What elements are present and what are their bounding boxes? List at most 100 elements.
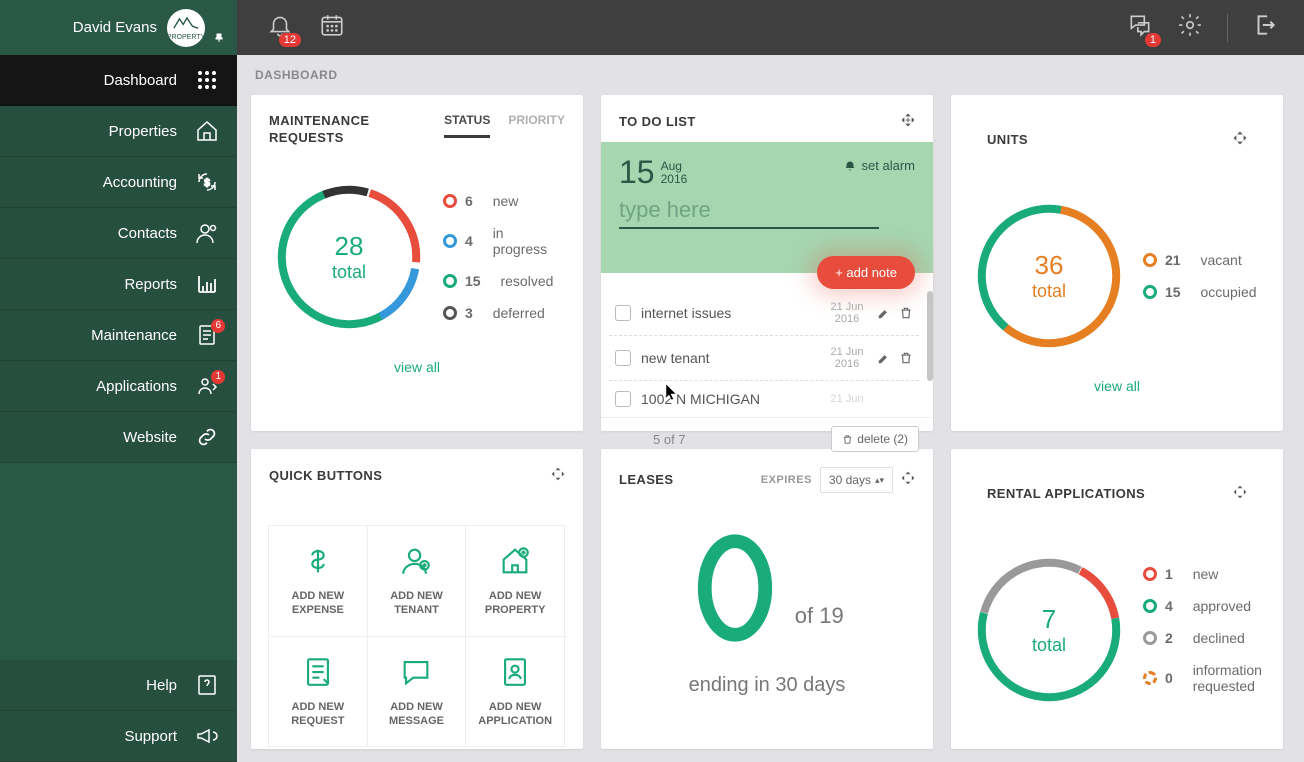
nav-label: Support <box>124 728 177 745</box>
set-alarm-button[interactable]: set alarm <box>844 158 915 173</box>
move-icon[interactable] <box>1233 131 1247 150</box>
todo-item: internet issues 21 Jun2016 <box>609 291 919 336</box>
qb-add-application[interactable]: ADD NEWAPPLICATION <box>465 636 565 748</box>
trash-icon[interactable] <box>899 351 913 365</box>
nav-reports[interactable]: Reports <box>0 259 237 310</box>
maintenance-card: MAINTENANCE REQUESTS STATUS PRIORITY 28 <box>251 95 583 431</box>
svg-text:$: $ <box>204 178 210 189</box>
trash-icon[interactable] <box>899 306 913 320</box>
maintenance-total-label: total <box>332 262 366 283</box>
leases-zero <box>690 533 780 643</box>
tab-priority[interactable]: PRIORITY <box>508 113 565 138</box>
topbar-left-icons: 12 <box>237 12 345 43</box>
leases-of: of 19 <box>795 603 844 628</box>
maintenance-total: 28 <box>335 231 364 262</box>
nav-support[interactable]: Support <box>0 711 237 762</box>
edit-icon[interactable] <box>877 306 891 320</box>
clipboard-icon: 6 <box>195 323 219 347</box>
maintenance-legend: 6 new 4 in progress 15 resolved 3 deferr… <box>443 193 553 321</box>
expires-label: EXPIRES <box>761 474 812 486</box>
tab-status[interactable]: STATUS <box>444 113 490 138</box>
nav-label: Maintenance <box>91 327 177 344</box>
move-icon[interactable] <box>551 467 565 486</box>
topbar-right-icons: 1 <box>1127 12 1304 43</box>
nav-dashboard[interactable]: Dashboard <box>0 55 237 106</box>
units-card: UNITS 36 total 21 vacant 15 occupied <box>951 95 1283 431</box>
todo-counter: 5 of 7 <box>653 432 686 447</box>
qb-add-message[interactable]: ADD NEWMESSAGE <box>367 636 467 748</box>
nav-label: Properties <box>109 123 177 140</box>
maintenance-title: MAINTENANCE REQUESTS <box>269 113 389 147</box>
quick-buttons-card: QUICK BUTTONS ADD NEWEXPENSE ADD NEWTENA… <box>251 449 583 749</box>
rental-legend: 1 new 4 approved 2 declined 0 informatio… <box>1143 566 1265 694</box>
person-icon <box>195 221 219 245</box>
qb-add-expense[interactable]: ADD NEWEXPENSE <box>268 525 368 637</box>
logo[interactable]: PROPERTY <box>167 9 205 47</box>
notification-icon[interactable]: 12 <box>267 12 293 43</box>
link-icon <box>195 425 219 449</box>
maintenance-view-all[interactable]: view all <box>394 359 440 375</box>
calendar-icon[interactable] <box>319 12 345 43</box>
move-icon[interactable] <box>1233 485 1247 504</box>
checkbox[interactable] <box>615 305 631 321</box>
note-input[interactable] <box>619 193 879 229</box>
edit-icon[interactable] <box>877 351 891 365</box>
nav-label: Website <box>123 429 177 446</box>
nav-applications[interactable]: Applications 1 <box>0 361 237 412</box>
settings-icon[interactable] <box>1177 12 1203 43</box>
leases-card: LEASES EXPIRES 30 days▴▾ of 19 ending in… <box>601 449 933 749</box>
rental-card: RENTAL APPLICATIONS 7 total 1 new <box>951 449 1283 749</box>
qb-add-request[interactable]: ADD NEWREQUEST <box>268 636 368 748</box>
sidebar-bottom: Help Support <box>0 660 237 762</box>
person-arrow-icon: 1 <box>195 374 219 398</box>
megaphone-icon <box>195 724 219 748</box>
leases-ending: ending in 30 days <box>619 674 915 697</box>
checkbox[interactable] <box>615 391 631 407</box>
leases-title: LEASES <box>619 472 753 489</box>
units-donut: 36 total <box>969 196 1129 356</box>
pin-icon[interactable] <box>213 32 225 47</box>
nav-help[interactable]: Help <box>0 660 237 711</box>
notif-badge: 12 <box>279 33 301 47</box>
note-day: 15 <box>619 154 655 191</box>
qb-add-tenant[interactable]: ADD NEWTENANT <box>367 525 467 637</box>
units-view-all[interactable]: view all <box>1094 378 1140 394</box>
delete-selected-button[interactable]: delete (2) <box>831 426 919 452</box>
user-name: David Evans <box>73 19 157 36</box>
chat-icon[interactable]: 1 <box>1127 12 1153 43</box>
topbar-user-area: David Evans PROPERTY <box>0 0 237 55</box>
todo-list: internet issues 21 Jun2016 new tenant 21… <box>601 273 933 417</box>
units-total-label: total <box>1032 281 1066 302</box>
nav-label: Contacts <box>118 225 177 242</box>
note-add-panel: 15 Aug 2016 set alarm + add note <box>601 142 933 273</box>
logout-icon[interactable] <box>1252 12 1278 43</box>
move-icon[interactable] <box>901 113 915 132</box>
nav-contacts[interactable]: Contacts <box>0 208 237 259</box>
todo-item: 1002 N MICHIGAN 21 Jun <box>609 381 919 417</box>
nav-badge: 1 <box>211 370 225 384</box>
qb-add-property[interactable]: ADD NEWPROPERTY <box>465 525 565 637</box>
rental-donut: 7 total <box>969 550 1129 710</box>
todo-card: TO DO LIST 15 Aug 2016 set alarm + add n… <box>601 95 933 431</box>
grid-icon <box>195 68 219 92</box>
nav-website[interactable]: Website <box>0 412 237 463</box>
chat-badge: 1 <box>1145 33 1161 47</box>
nav-badge: 6 <box>211 319 225 333</box>
checkbox[interactable] <box>615 350 631 366</box>
quick-title: QUICK BUTTONS <box>269 468 382 485</box>
topbar: David Evans PROPERTY 12 1 <box>0 0 1304 55</box>
chart-icon <box>195 272 219 296</box>
sidebar: Dashboard Properties Accounting $ Contac… <box>0 55 237 762</box>
expires-selector[interactable]: 30 days▴▾ <box>820 467 893 493</box>
maintenance-donut: 28 total <box>269 177 429 337</box>
move-icon[interactable] <box>901 471 915 490</box>
breadcrumb: DASHBOARD <box>237 55 1304 95</box>
nav-properties[interactable]: Properties <box>0 106 237 157</box>
scrollbar[interactable] <box>927 291 933 381</box>
nav-label: Reports <box>124 276 177 293</box>
nav-accounting[interactable]: Accounting $ <box>0 157 237 208</box>
nav-label: Accounting <box>103 174 177 191</box>
nav-maintenance[interactable]: Maintenance 6 <box>0 310 237 361</box>
refresh-dollar-icon: $ <box>195 170 219 194</box>
units-title: UNITS <box>987 132 1028 149</box>
